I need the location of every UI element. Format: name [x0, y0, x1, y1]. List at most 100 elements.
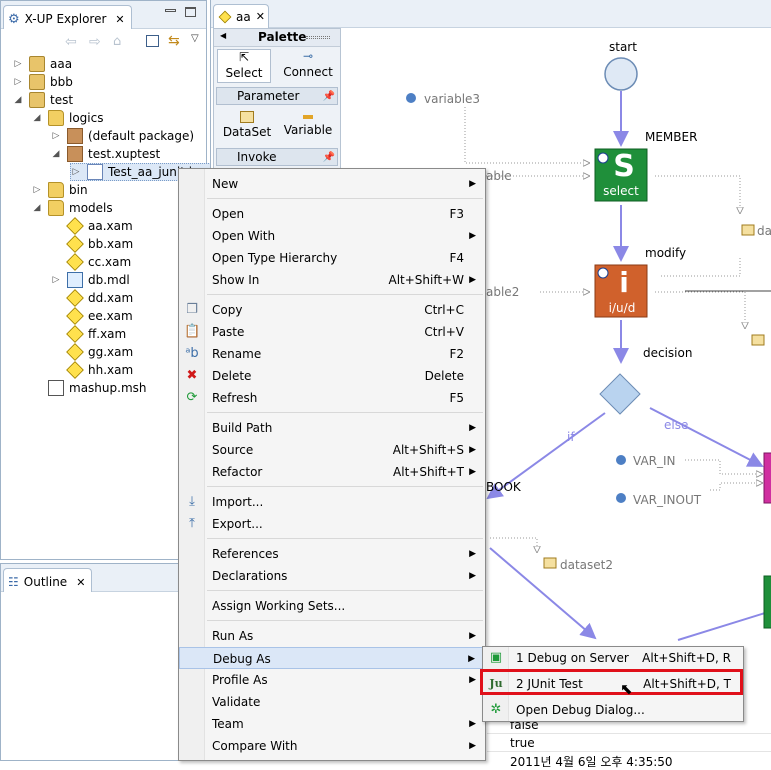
mashup-file-icon: [48, 380, 64, 396]
menu-item-import[interactable]: ⤓ Import...: [179, 491, 485, 513]
minimize-icon[interactable]: [165, 9, 176, 12]
menu-item-team[interactable]: Team ▶: [179, 713, 485, 735]
expand-toggle-icon[interactable]: ▷: [32, 185, 42, 195]
menu-item-declarations[interactable]: Declarations ▶: [179, 565, 485, 587]
tree-item[interactable]: ff.xam: [51, 325, 126, 343]
decision-label: decision: [643, 346, 693, 360]
dataset-tool[interactable]: DataSet: [220, 111, 274, 143]
tree-item[interactable]: cc.xam: [51, 253, 131, 271]
menu-item-run-as[interactable]: Run As ▶: [179, 625, 485, 647]
variable-tool[interactable]: Variable: [278, 111, 338, 143]
data-link: [490, 537, 537, 552]
menu-item-rename[interactable]: ᵃb Rename F2: [179, 343, 485, 365]
home-icon[interactable]: ⌂: [113, 34, 121, 49]
expand-toggle-icon[interactable]: ▷: [71, 167, 81, 177]
expand-toggle-icon[interactable]: ▷: [13, 59, 23, 69]
tree-item[interactable]: ▷ aaa: [13, 55, 72, 73]
select-tool-label: Select: [225, 66, 263, 80]
expand-toggle-icon[interactable]: ◢: [32, 203, 42, 213]
menu-item-open[interactable]: Open F3: [179, 203, 485, 225]
data-link: [655, 291, 745, 328]
menu-item-export[interactable]: ⤒ Export...: [179, 513, 485, 535]
data-link: [464, 107, 589, 163]
tree-item[interactable]: bb.xam: [51, 235, 133, 253]
connect-tool[interactable]: ⊸ Connect: [278, 49, 338, 83]
back-icon[interactable]: ⇦: [65, 34, 77, 50]
expand-toggle-icon[interactable]: ▷: [13, 77, 23, 87]
menu-item-source[interactable]: Source Alt+Shift+S ▶: [179, 439, 485, 461]
maximize-icon[interactable]: [185, 7, 196, 17]
view-menu-icon[interactable]: ▽: [191, 33, 199, 44]
expand-toggle-icon[interactable]: ◢: [51, 149, 61, 159]
menu-item-refresh[interactable]: ⟳ Refresh F5: [179, 387, 485, 409]
tree-item[interactable]: ee.xam: [51, 307, 133, 325]
tree-item[interactable]: dd.xam: [51, 289, 133, 307]
menu-separator: [207, 590, 483, 591]
collapse-left-icon[interactable]: ◀: [220, 31, 226, 40]
tree-item[interactable]: ◢ test: [13, 91, 73, 109]
menu-item-paste[interactable]: 📋 Paste Ctrl+V: [179, 321, 485, 343]
tree-item[interactable]: ▷ (default package): [51, 127, 194, 145]
tree-item[interactable]: ▷ db.mdl: [51, 271, 130, 289]
menu-item-new[interactable]: New ▶: [179, 173, 485, 195]
project-icon: [29, 92, 45, 108]
xam-file-icon: [218, 10, 232, 23]
process-node-partial[interactable]: [763, 575, 771, 629]
forward-icon[interactable]: ⇨: [89, 34, 101, 50]
explorer-toolbar: ⇦ ⇨ ⌂ ⇆ ▽: [1, 31, 206, 53]
menu-item-references[interactable]: References ▶: [179, 543, 485, 565]
invoke-drawer[interactable]: Invoke 📌: [216, 148, 338, 166]
iud-caption: i/u/d: [608, 301, 636, 315]
decision-node[interactable]: [599, 373, 641, 415]
submenu-item-open-debug-dialog[interactable]: ✲ Open Debug Dialog...: [483, 699, 743, 721]
close-icon[interactable]: ✕: [115, 13, 124, 26]
menu-item-open-type-hierarchy[interactable]: Open Type Hierarchy F4: [179, 247, 485, 269]
pin-icon[interactable]: 📌: [323, 89, 335, 105]
expand-toggle-icon[interactable]: ▷: [51, 275, 61, 285]
tree-item[interactable]: ▷ bin: [32, 181, 88, 199]
menu-item-build-path[interactable]: Build Path ▶: [179, 417, 485, 439]
tree-item[interactable]: ◢ models: [32, 199, 113, 217]
parameter-drawer[interactable]: Parameter 📌: [216, 87, 338, 105]
menu-item-compare-with[interactable]: Compare With ▶: [179, 735, 485, 757]
menu-item-refactor[interactable]: Refactor Alt+Shift+T ▶: [179, 461, 485, 483]
menu-item-show-in[interactable]: Show In Alt+Shift+W ▶: [179, 269, 485, 291]
tree-item[interactable]: hh.xam: [51, 361, 133, 379]
tree-item[interactable]: ◢ test.xuptest: [51, 145, 160, 163]
submenu-item-1-debug-on-server[interactable]: ▣ 1 Debug on Server Alt+Shift+D, R: [483, 647, 743, 669]
menu-item-delete[interactable]: ✖ Delete Delete: [179, 365, 485, 387]
xam-file-icon: [66, 361, 84, 379]
menu-item-copy[interactable]: ❐ Copy Ctrl+C: [179, 299, 485, 321]
tree-item[interactable]: ▷ bbb: [13, 73, 73, 91]
expand-toggle-icon[interactable]: ◢: [32, 113, 42, 123]
editor-tab[interactable]: aa ✕: [213, 4, 269, 28]
tree-item[interactable]: mashup.msh: [32, 379, 146, 397]
close-icon[interactable]: ✕: [256, 10, 265, 23]
dataset2-label: dataset2: [560, 558, 614, 572]
tree-item-label: bbb: [50, 75, 73, 89]
process-node-partial[interactable]: [763, 452, 771, 504]
collapse-all-icon[interactable]: [146, 35, 159, 47]
pin-icon[interactable]: 📌: [323, 150, 335, 166]
expand-toggle-icon[interactable]: ◢: [13, 95, 23, 105]
menu-item-validate[interactable]: Validate: [179, 691, 485, 713]
link-editor-icon[interactable]: ⇆: [168, 33, 180, 49]
explorer-tab[interactable]: ⚙ X-UP Explorer ✕: [3, 5, 132, 29]
submenu-arrow-icon: ▶: [469, 549, 476, 559]
tree-item[interactable]: aa.xam: [51, 217, 133, 235]
menu-item-assign-working-sets[interactable]: Assign Working Sets...: [179, 595, 485, 617]
menu-item-accelerator: Alt+Shift+T: [393, 465, 464, 479]
close-icon[interactable]: ✕: [76, 576, 85, 589]
menu-item-open-with[interactable]: Open With ▶: [179, 225, 485, 247]
select-tool[interactable]: ⇱ Select: [217, 49, 271, 83]
start-node[interactable]: [604, 57, 638, 91]
menu-item-profile-as[interactable]: Profile As ▶: [179, 669, 485, 691]
tree-item[interactable]: ◢ logics: [32, 109, 103, 127]
menu-item-accelerator: F2: [449, 347, 464, 361]
tree-item[interactable]: gg.xam: [51, 343, 133, 361]
menu-item-debug-as[interactable]: Debug As ▶: [179, 647, 485, 669]
rename-icon: ᵃb: [185, 346, 199, 361]
expand-toggle-icon[interactable]: ▷: [51, 131, 61, 141]
outline-tab[interactable]: ☷ Outline ✕: [3, 568, 93, 592]
